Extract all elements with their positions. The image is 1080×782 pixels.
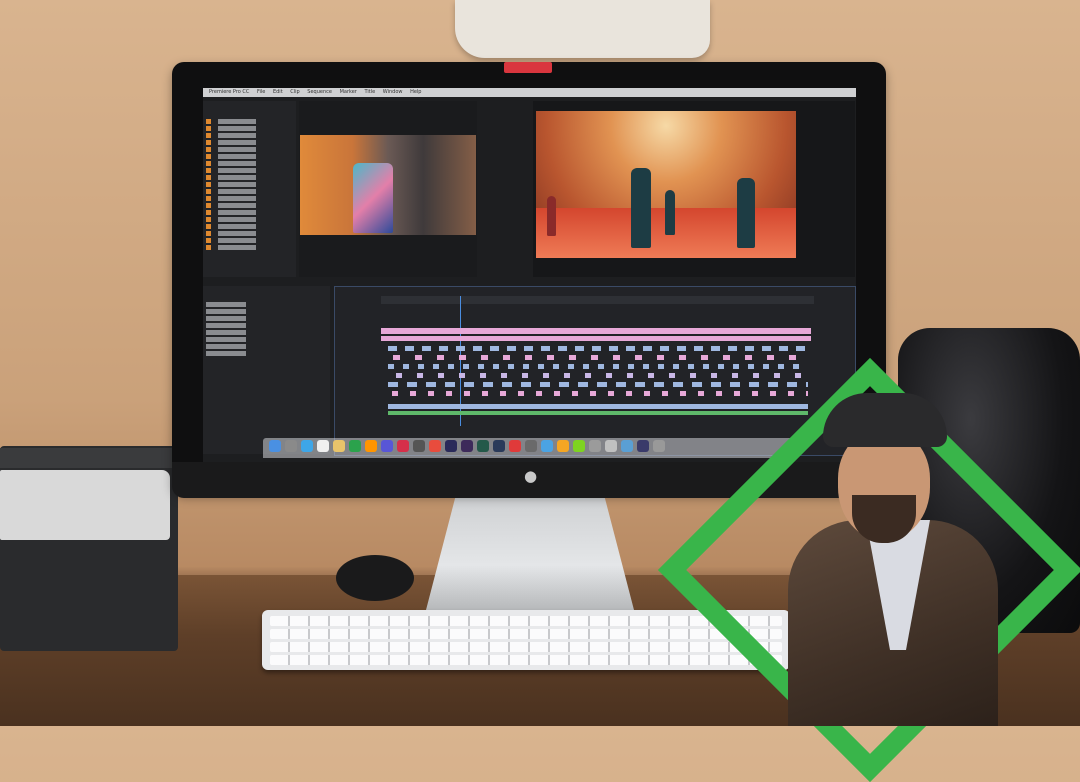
key-row bbox=[270, 655, 782, 665]
notes-icon[interactable] bbox=[333, 440, 345, 452]
dancer-figure bbox=[547, 196, 556, 236]
timeline-clip-audio[interactable] bbox=[388, 404, 808, 409]
puck-device bbox=[336, 555, 414, 601]
menubar-item-edit[interactable]: Edit bbox=[273, 89, 283, 95]
menubar-item-marker[interactable]: Marker bbox=[340, 89, 357, 95]
list-item[interactable] bbox=[206, 224, 293, 229]
list-item[interactable] bbox=[206, 126, 293, 131]
list-item[interactable] bbox=[206, 302, 327, 307]
dancer-figure bbox=[631, 168, 651, 248]
list-item[interactable] bbox=[206, 203, 293, 208]
list-item[interactable] bbox=[206, 217, 293, 222]
app-icon[interactable] bbox=[621, 440, 633, 452]
key-row bbox=[270, 629, 782, 639]
music-icon[interactable] bbox=[397, 440, 409, 452]
menubar-item-window[interactable]: Window bbox=[383, 89, 403, 95]
list-item[interactable] bbox=[206, 140, 293, 145]
list-item[interactable] bbox=[206, 133, 293, 138]
timeline-clip[interactable] bbox=[381, 328, 811, 334]
after-effects-icon[interactable] bbox=[461, 440, 473, 452]
finder-icon[interactable] bbox=[269, 440, 281, 452]
menubar-item-app[interactable]: Premiere Pro CC bbox=[209, 89, 249, 95]
menubar-item-help[interactable]: Help bbox=[410, 89, 421, 95]
timeline-ruler[interactable] bbox=[381, 296, 814, 304]
source-figure bbox=[353, 163, 393, 233]
safari-icon[interactable] bbox=[301, 440, 313, 452]
project-panel[interactable] bbox=[203, 101, 296, 277]
timeline-clip-audio[interactable] bbox=[388, 411, 808, 415]
chrome-icon[interactable] bbox=[429, 440, 441, 452]
key-row bbox=[270, 642, 782, 652]
list-item[interactable] bbox=[206, 119, 293, 124]
list-item[interactable] bbox=[206, 168, 293, 173]
timeline-clip[interactable] bbox=[381, 336, 811, 341]
printer-tray bbox=[0, 470, 170, 540]
menubar-item-clip[interactable]: Clip bbox=[290, 89, 299, 95]
app-icon[interactable] bbox=[573, 440, 585, 452]
list-item[interactable] bbox=[206, 245, 293, 250]
messages-icon[interactable] bbox=[349, 440, 361, 452]
trash-icon[interactable] bbox=[653, 440, 665, 452]
app-icon[interactable] bbox=[557, 440, 569, 452]
dancer-figure bbox=[737, 178, 755, 248]
speedgrade-icon[interactable] bbox=[477, 440, 489, 452]
list-item[interactable] bbox=[206, 323, 327, 328]
list-item[interactable] bbox=[206, 182, 293, 187]
lightroom-icon[interactable] bbox=[493, 440, 505, 452]
menubar-item-file[interactable]: File bbox=[257, 89, 265, 95]
monitor-stand bbox=[426, 498, 634, 610]
launchpad-icon[interactable] bbox=[285, 440, 297, 452]
printer-top bbox=[0, 448, 175, 468]
premiere-icon[interactable] bbox=[445, 440, 457, 452]
list-item[interactable] bbox=[206, 231, 293, 236]
list-item[interactable] bbox=[206, 196, 293, 201]
dancer-figure bbox=[665, 190, 675, 235]
effects-panel[interactable] bbox=[203, 286, 330, 454]
app-icon[interactable] bbox=[541, 440, 553, 452]
list-item[interactable] bbox=[206, 154, 293, 159]
list-item[interactable] bbox=[206, 309, 327, 314]
list-item[interactable] bbox=[206, 189, 293, 194]
list-item[interactable] bbox=[206, 337, 327, 342]
list-item[interactable] bbox=[206, 210, 293, 215]
photos-icon[interactable] bbox=[365, 440, 377, 452]
menubar-item-sequence[interactable]: Sequence bbox=[307, 89, 332, 95]
app-icon[interactable] bbox=[637, 440, 649, 452]
creative-cloud-icon[interactable] bbox=[509, 440, 521, 452]
app-icon[interactable] bbox=[589, 440, 601, 452]
screen: Premiere Pro CC File Edit Clip Sequence … bbox=[203, 88, 856, 462]
list-item[interactable] bbox=[206, 316, 327, 321]
list-item[interactable] bbox=[206, 351, 327, 356]
app-icon[interactable] bbox=[525, 440, 537, 452]
list-item[interactable] bbox=[206, 161, 293, 166]
list-item[interactable] bbox=[206, 330, 327, 335]
hanging-cloth bbox=[455, 0, 710, 58]
menubar: Premiere Pro CC File Edit Clip Sequence … bbox=[203, 88, 856, 97]
list-item[interactable] bbox=[206, 175, 293, 180]
person-cap bbox=[823, 393, 947, 447]
list-item[interactable] bbox=[206, 147, 293, 152]
app-icon[interactable] bbox=[605, 440, 617, 452]
timeline-clips-video[interactable] bbox=[388, 346, 808, 402]
red-tape bbox=[504, 62, 552, 73]
calendar-icon[interactable] bbox=[317, 440, 329, 452]
apple-logo-icon: ● bbox=[524, 467, 538, 485]
itunes-icon[interactable] bbox=[381, 440, 393, 452]
menubar-item-title[interactable]: Title bbox=[364, 89, 375, 95]
settings-icon[interactable] bbox=[413, 440, 425, 452]
list-item[interactable] bbox=[206, 344, 327, 349]
list-item[interactable] bbox=[206, 238, 293, 243]
